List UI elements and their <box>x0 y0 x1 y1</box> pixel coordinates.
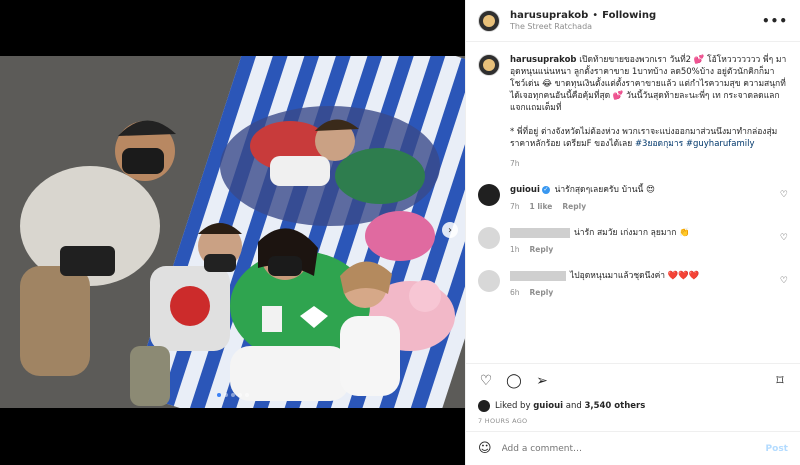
liker-username[interactable]: guioui <box>533 401 563 411</box>
caption-time[interactable]: 7h <box>510 158 788 170</box>
comment-time[interactable]: 7h <box>510 202 520 211</box>
comment-item: guioui ✓ น่ารักสุดๆเลยครับ บ้านนี้ 😍 7h 1 … <box>478 184 788 213</box>
verified-icon: ✓ <box>541 185 550 194</box>
liker-avatar[interactable] <box>478 400 490 412</box>
post-photo[interactable] <box>0 56 465 408</box>
comment-text: น่ารัก สมวัย เก่งมาก ลุยมาก 👏 <box>574 228 690 238</box>
carousel-dot <box>223 393 228 397</box>
carousel-dot <box>216 393 221 397</box>
comment-like-heart-icon[interactable]: ♡ <box>780 276 788 286</box>
family-photo-illustration <box>0 56 465 408</box>
heart-icon[interactable]: ♡ <box>478 373 494 389</box>
hashtag-link[interactable]: #guyharufamily <box>686 139 755 149</box>
caption-avatar[interactable] <box>478 54 500 76</box>
redacted-username <box>510 270 566 281</box>
comment-like-heart-icon[interactable]: ♡ <box>780 190 788 200</box>
post-time-ago[interactable]: 7 HOURS AGO <box>466 415 800 431</box>
post-media: › <box>0 0 465 465</box>
comment-item: ไปอุดหนุนมาแล้วชุดนึงค่า ❤️❤️❤️ 6h Reply … <box>478 270 788 299</box>
bookmark-icon[interactable]: ⌑ <box>772 373 788 389</box>
reply-button[interactable]: Reply <box>530 245 554 254</box>
reply-button[interactable]: Reply <box>530 288 554 297</box>
post-comment-button[interactable]: Post <box>766 444 788 454</box>
following-button[interactable]: Following <box>602 10 656 21</box>
likes-prefix: Liked by <box>495 401 531 411</box>
reply-button[interactable]: Reply <box>562 202 586 211</box>
author-username[interactable]: harusuprakob <box>510 10 588 21</box>
comment-time[interactable]: 6h <box>510 288 520 297</box>
commenter-avatar[interactable] <box>478 270 500 292</box>
commenter-username[interactable]: guioui <box>510 185 540 195</box>
comment-text: ไปอุดหนุนมาแล้วชุดนึงค่า ❤️❤️❤️ <box>570 271 700 281</box>
author-avatar[interactable] <box>478 9 500 32</box>
comments-scroll-area[interactable]: harusuprakob เปิดท้ายขายของพวกเรา วันที่… <box>466 42 800 363</box>
comment-likes[interactable]: 1 like <box>530 202 553 211</box>
instagram-post-modal: › harusuprakob • Following The Street Ra… <box>0 0 800 465</box>
commenter-avatar[interactable] <box>478 184 500 206</box>
comment-time[interactable]: 1h <box>510 245 520 254</box>
likes-and: and <box>565 401 582 411</box>
likes-summary: Liked by guioui and 3,540 others <box>466 397 800 415</box>
separator-dot: • <box>592 10 599 21</box>
likes-others-link[interactable]: 3,540 others <box>584 401 645 411</box>
carousel-dot <box>244 393 249 397</box>
more-options-icon[interactable]: ••• <box>762 14 788 28</box>
post-actions-bar: ♡ ◯ ➢ ⌑ <box>466 363 800 397</box>
comment-like-heart-icon[interactable]: ♡ <box>780 233 788 243</box>
post-caption: harusuprakob เปิดท้ายขายของพวกเรา วันที่… <box>478 54 788 170</box>
commenter-avatar[interactable] <box>478 227 500 249</box>
redacted-username <box>510 227 570 238</box>
carousel-dot <box>230 393 235 397</box>
next-image-button[interactable]: › <box>442 222 458 238</box>
post-location[interactable]: The Street Ratchada <box>510 22 762 31</box>
post-side-panel: harusuprakob • Following The Street Ratc… <box>465 0 800 465</box>
comment-icon[interactable]: ◯ <box>506 373 522 389</box>
hashtag-link[interactable]: #3ยอดกุมาร <box>635 139 683 149</box>
comment-text: น่ารักสุดๆเลยครับ บ้านนี้ 😍 <box>554 185 655 195</box>
post-header: harusuprakob • Following The Street Ratc… <box>466 0 800 42</box>
comment-item: น่ารัก สมวัย เก่งมาก ลุยมาก 👏 1h Reply ♡ <box>478 227 788 256</box>
share-icon[interactable]: ➢ <box>534 373 550 389</box>
add-comment-bar: ☺ Post <box>466 431 800 465</box>
add-comment-input[interactable] <box>501 443 766 454</box>
carousel-dot <box>237 393 242 397</box>
carousel-indicator <box>0 393 465 397</box>
emoji-icon[interactable]: ☺ <box>478 441 492 456</box>
caption-username[interactable]: harusuprakob <box>510 55 577 65</box>
